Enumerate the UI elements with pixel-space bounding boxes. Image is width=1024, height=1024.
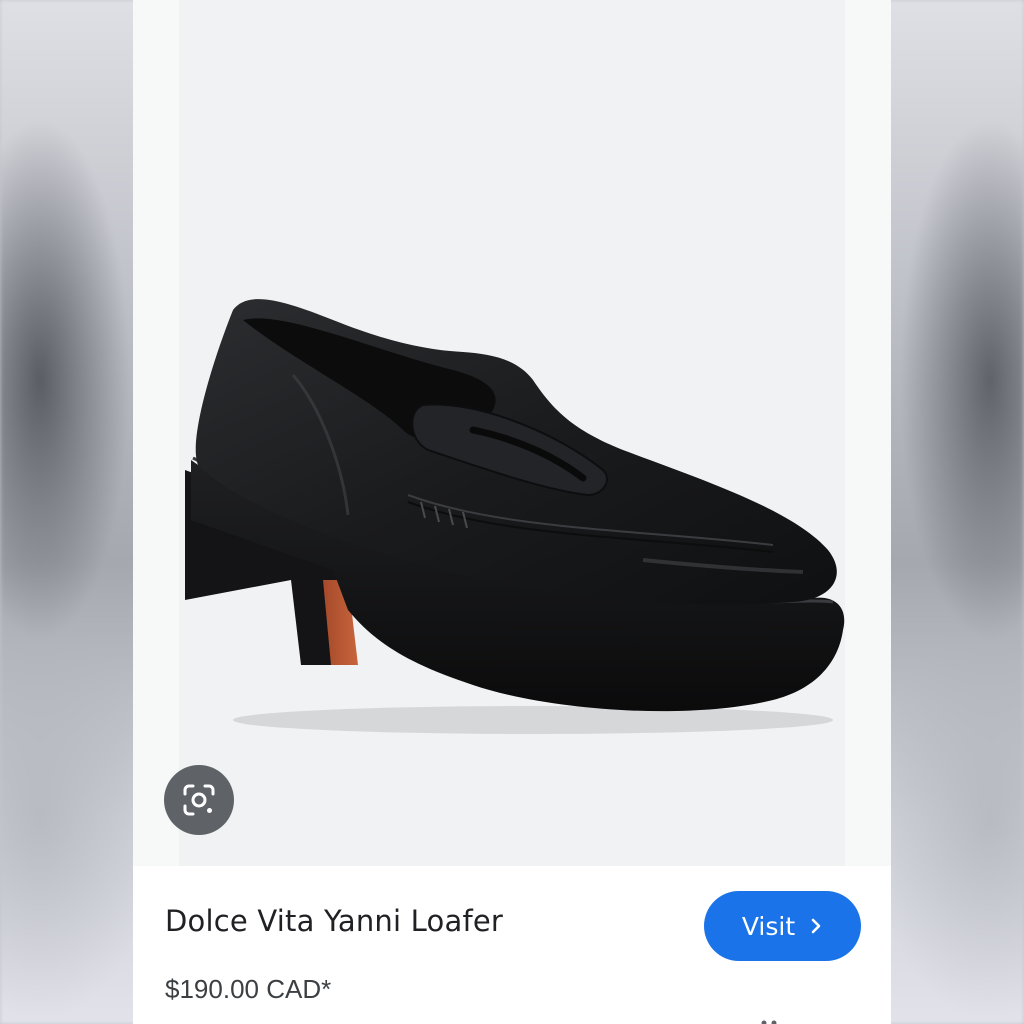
product-price: $190.00 CAD*	[165, 974, 332, 1004]
visit-button[interactable]: Visit	[704, 891, 861, 961]
product-title[interactable]: Dolce Vita Yanni Loafer	[165, 904, 503, 938]
product-image-loafer	[185, 299, 845, 734]
chevron-right-icon	[811, 918, 821, 934]
product-image-area[interactable]	[133, 0, 891, 866]
visit-button-label: Visit	[741, 911, 796, 941]
google-lens-button[interactable]	[164, 765, 234, 835]
google-lens-icon	[183, 784, 215, 816]
product-info-panel: Dolce Vita Yanni Loafer $190.00 CAD* Vis…	[133, 866, 891, 1024]
more-options-icon[interactable]	[758, 1018, 782, 1024]
product-card: Dolce Vita Yanni Loafer $190.00 CAD* Vis…	[133, 0, 891, 1024]
